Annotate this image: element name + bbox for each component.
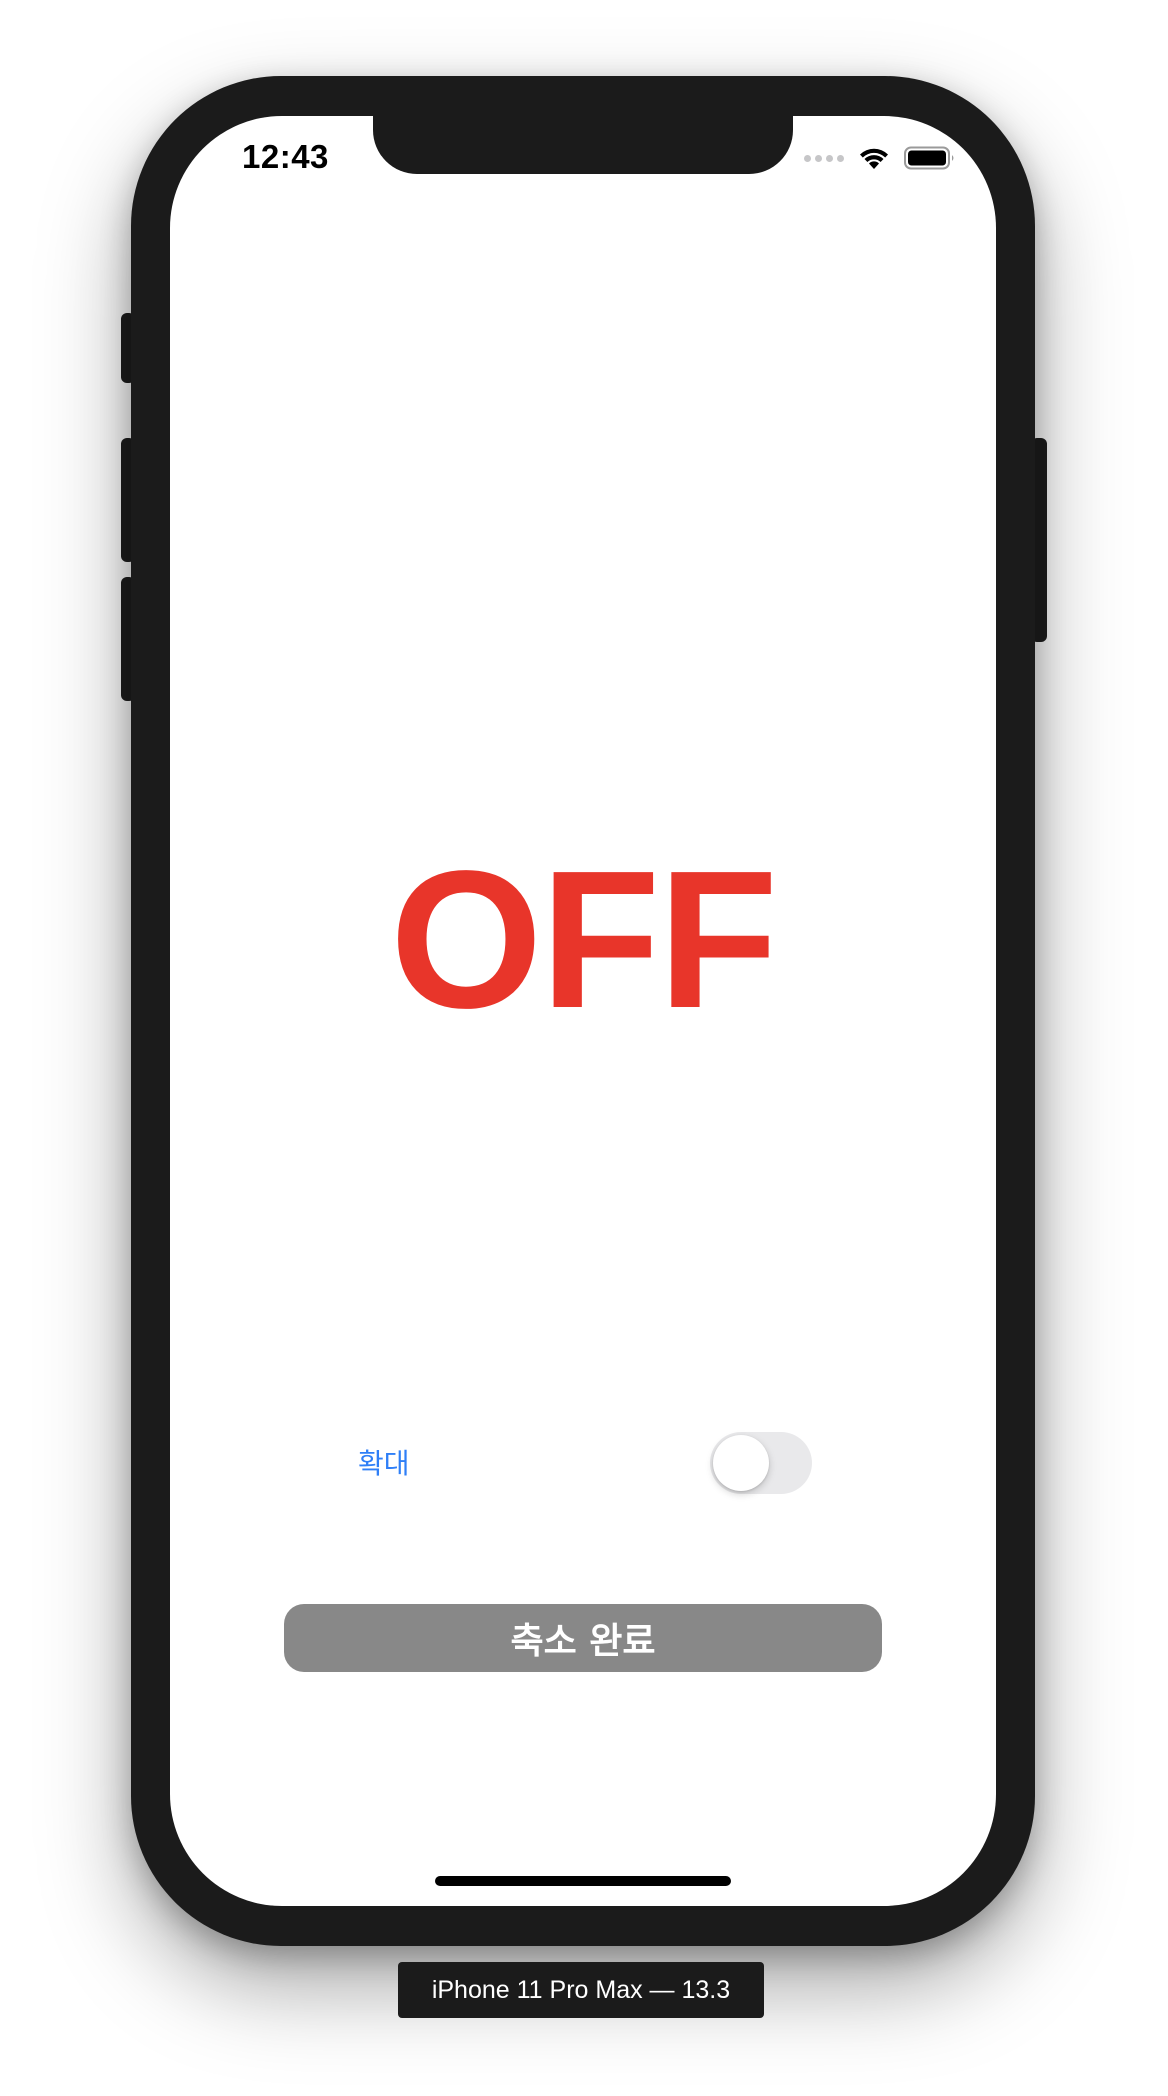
home-indicator[interactable] — [435, 1876, 731, 1886]
zoom-label: 확대 — [358, 1448, 410, 1479]
status-time: 12:43 — [242, 138, 329, 175]
notch — [373, 116, 793, 174]
toggle-knob — [713, 1435, 769, 1491]
device-caption: iPhone 11 Pro Max — 13.3 — [398, 1962, 764, 2018]
simulator-stage: 12:43 OFF 확대 축소 완료 iPhone 11 Pro Max — 1… — [0, 0, 1168, 2096]
signal-dots-icon — [804, 154, 844, 162]
status-icons — [804, 146, 956, 170]
shrink-done-button[interactable]: 축소 완료 — [284, 1604, 882, 1672]
phone-screen: 12:43 OFF 확대 축소 완료 — [170, 116, 996, 1906]
zoom-toggle[interactable] — [710, 1432, 812, 1494]
wifi-icon — [860, 148, 888, 169]
state-label: OFF — [390, 830, 778, 1049]
battery-icon — [904, 146, 954, 170]
